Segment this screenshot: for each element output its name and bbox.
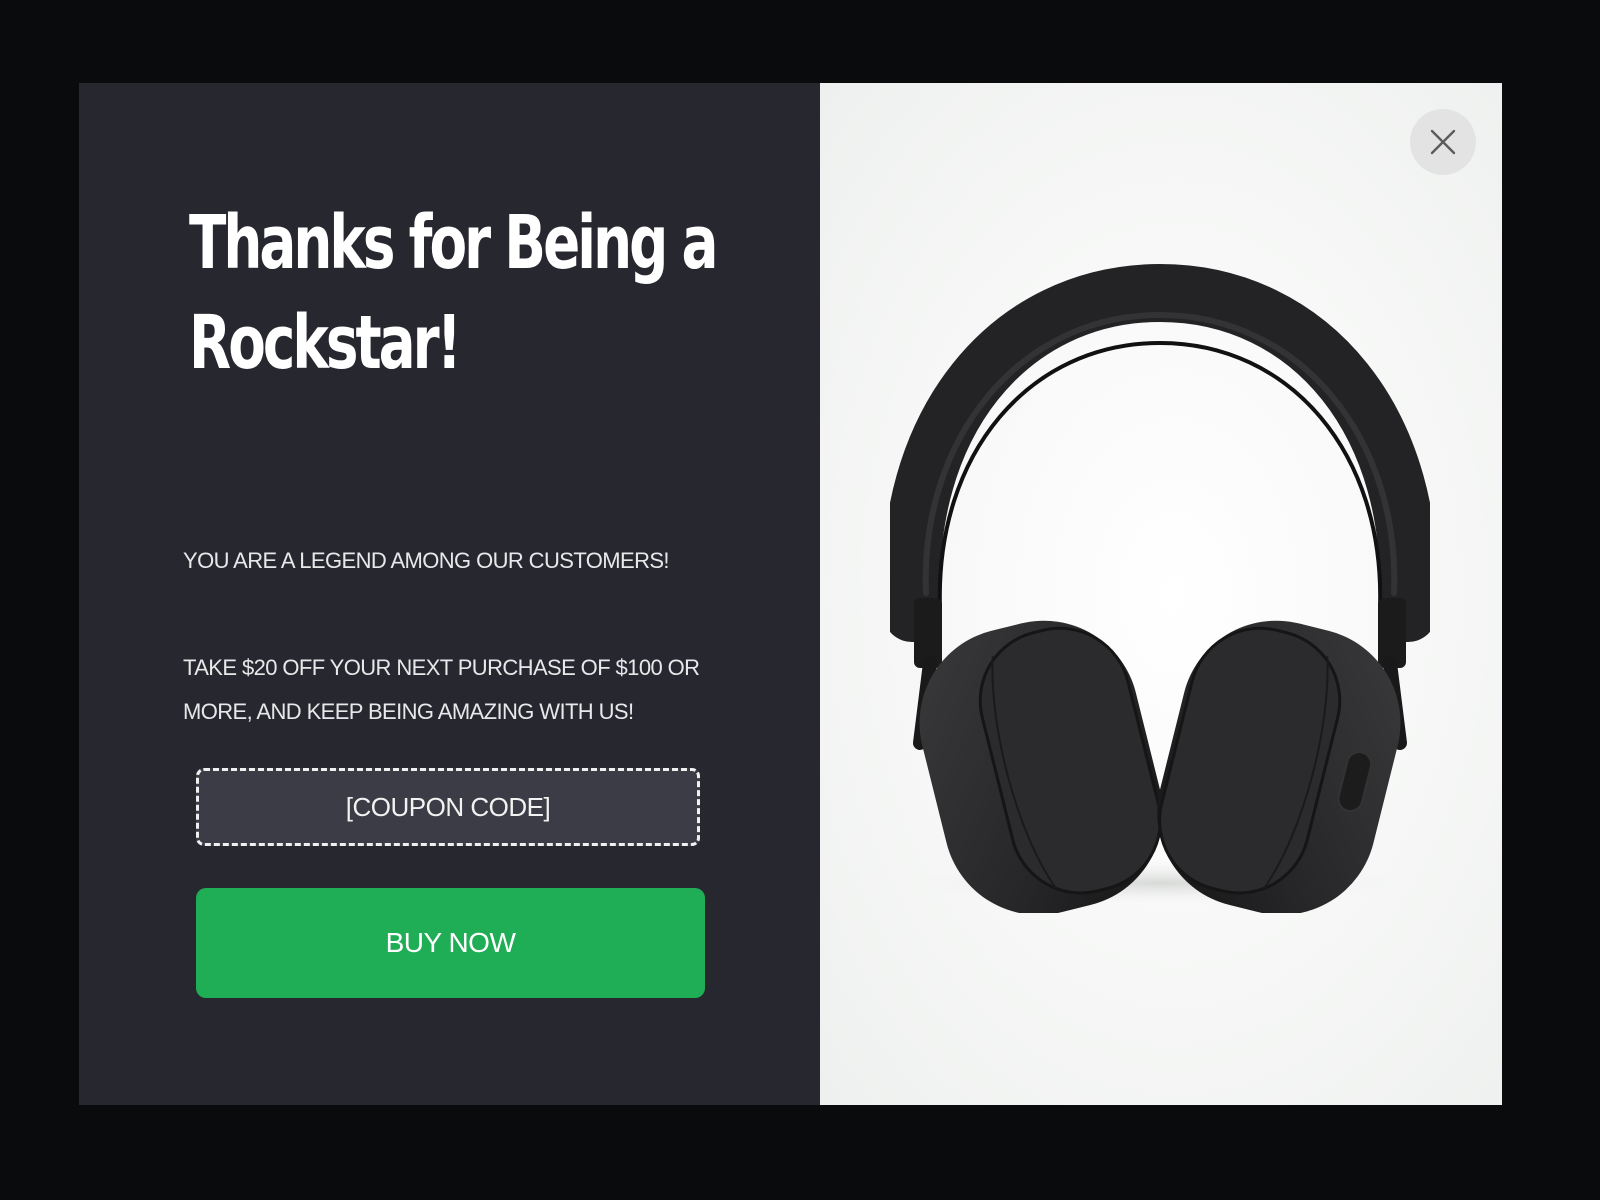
popup-content-panel: Thanks for Being a Rockstar! YOU ARE A L… xyxy=(79,83,820,1105)
popup-subtext-legend: YOU ARE A LEGEND AMONG OUR CUSTOMERS! xyxy=(183,548,670,573)
modal-overlay: Thanks for Being a Rockstar! YOU ARE A L… xyxy=(0,0,1600,1200)
headphones-image xyxy=(890,263,1430,913)
close-button[interactable] xyxy=(1410,109,1476,175)
coupon-code-box[interactable]: [COUPON CODE] xyxy=(196,768,700,846)
product-image-panel xyxy=(820,83,1502,1105)
buy-now-button[interactable]: BUY NOW xyxy=(196,888,705,998)
popup-headline: Thanks for Being a Rockstar! xyxy=(189,200,718,386)
close-icon xyxy=(1430,129,1456,155)
promo-popup: Thanks for Being a Rockstar! YOU ARE A L… xyxy=(79,83,1502,1105)
popup-subtext-offer: TAKE $20 OFF YOUR NEXT PURCHASE OF $100 … xyxy=(183,655,700,724)
